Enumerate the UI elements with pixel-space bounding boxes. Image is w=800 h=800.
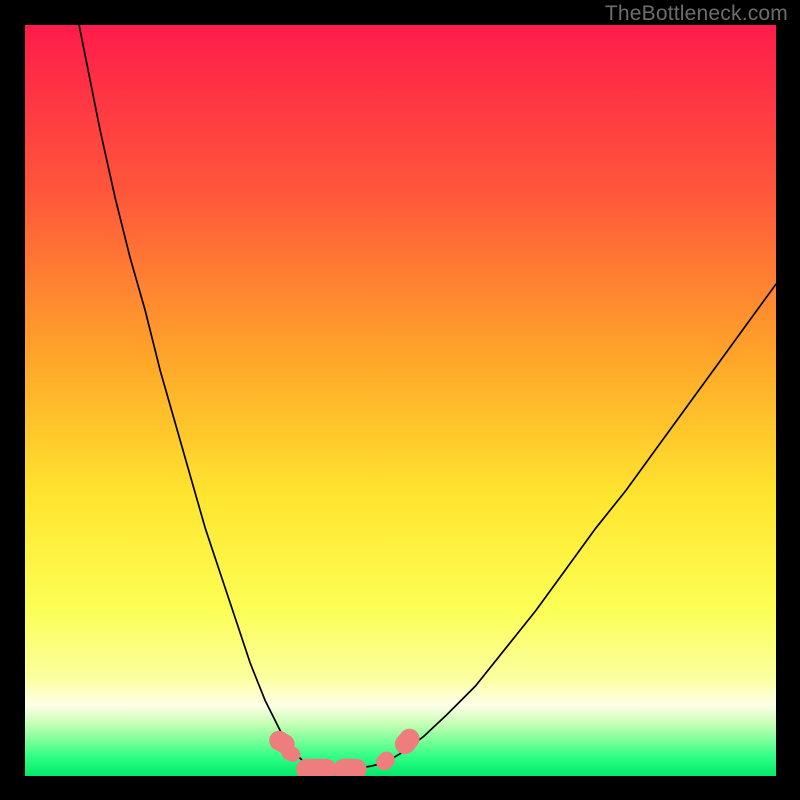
watermark-text: TheBottleneck.com [605,2,788,26]
plot-svg [25,25,776,776]
chart-stage: TheBottleneck.com [0,0,800,800]
plot-area [25,25,776,776]
